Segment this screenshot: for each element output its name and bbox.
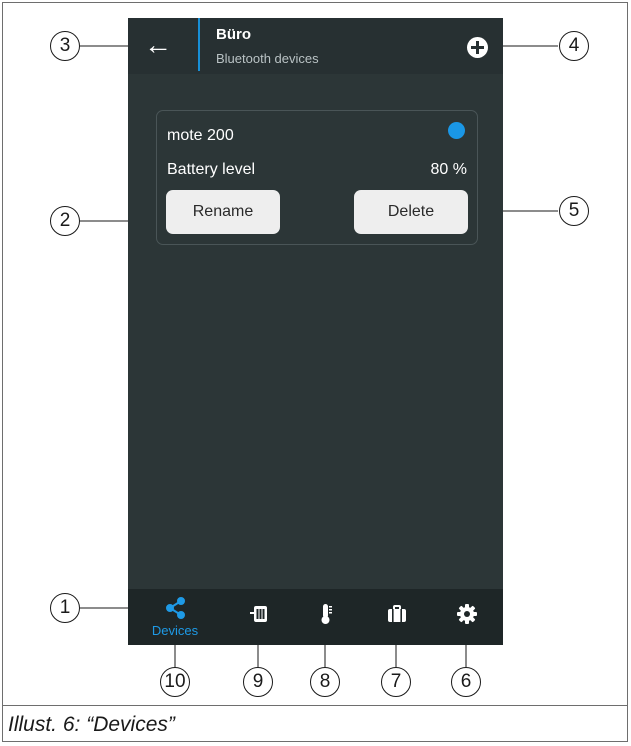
header-subtitle: Bluetooth devices [216,51,319,66]
bottom-navigation: Devices [128,589,503,645]
connection-status-indicator [448,122,465,139]
callout-10: 10 [160,667,190,697]
callout-4: 4 [559,31,589,61]
battery-value: 80 % [430,161,467,178]
callout-1: 1 [50,593,80,623]
nav-battery[interactable] [228,589,288,645]
add-device-button[interactable] [467,37,488,58]
header-divider [198,18,200,71]
header-title: Büro [216,26,251,43]
arrow-left-icon: ← [144,29,172,60]
nav-devices[interactable]: Devices [145,589,205,645]
phone-screen: ← Büro Bluetooth devices mote 200 Batter… [128,18,503,645]
caption-divider [2,705,628,706]
nav-devices-label: Devices [151,623,199,638]
figure-caption: Illust. 6: “Devices” [8,713,175,736]
back-button[interactable]: ← [138,30,178,62]
app-header: ← Büro Bluetooth devices [128,18,503,74]
thermometer-icon [321,604,332,624]
rename-button[interactable]: Rename [166,190,280,234]
callout-2: 2 [50,206,80,236]
callout-6: 6 [451,667,481,697]
callout-7: 7 [381,667,411,697]
gear-icon [457,604,477,624]
nav-settings[interactable] [436,589,496,645]
delete-button[interactable]: Delete [354,190,468,234]
device-name: mote 200 [167,127,234,144]
callout-9: 9 [243,667,273,697]
nav-case[interactable] [366,589,426,645]
briefcase-icon [388,605,406,622]
callout-3: 3 [50,31,80,61]
device-card: mote 200 Battery level 80 % Rename Delet… [156,110,478,245]
battery-storage-icon [250,606,267,622]
nav-temperature[interactable] [295,589,355,645]
share-nodes-icon [166,597,185,619]
battery-label: Battery level [167,161,256,178]
callout-5: 5 [559,196,589,226]
callout-8: 8 [310,667,340,697]
